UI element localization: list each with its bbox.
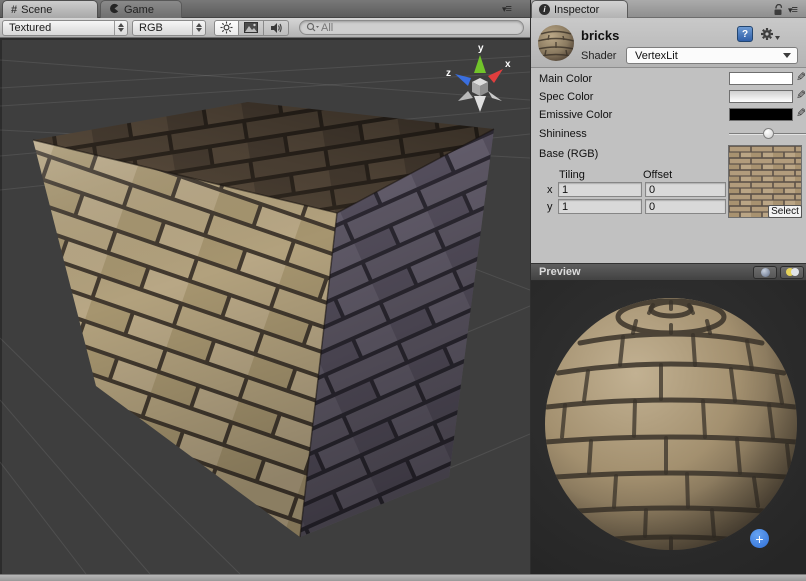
grid-icon: # — [11, 4, 17, 16]
chevron-down-icon — [783, 53, 791, 58]
gizmo-axis-minus-x[interactable] — [488, 91, 502, 101]
sphere-icon — [761, 268, 770, 277]
preview-shape-button[interactable] — [753, 266, 777, 279]
scene-viewport[interactable]: y x z — [0, 38, 530, 574]
tiling-y-input[interactable] — [558, 199, 642, 214]
main-color-eyedropper-icon[interactable]: ✎ — [796, 70, 806, 84]
gizmo-x-label: x — [505, 59, 511, 70]
gizmo-axis-y[interactable] — [474, 55, 486, 73]
emissive-color-label: Emissive Color — [539, 109, 612, 121]
window-resize-bar — [0, 574, 806, 581]
spec-color-swatch[interactable] — [729, 90, 793, 103]
unity-editor-window: # Scene Game ▾≡ Textured RGB — [0, 0, 806, 581]
gizmo-z-label: z — [446, 68, 451, 79]
info-icon: i — [539, 4, 550, 15]
light-dot-icon — [791, 268, 799, 276]
chevron-updown-icon — [114, 21, 127, 35]
tiling-x-input[interactable] — [558, 182, 642, 197]
gizmo-y-label: y — [478, 43, 484, 54]
shininess-slider-knob[interactable] — [763, 128, 774, 139]
gizmo-axis-minus-z[interactable] — [458, 91, 473, 101]
material-sphere-icon — [537, 24, 575, 62]
preview-lighting-button[interactable] — [780, 266, 804, 279]
base-texture-thumbnail[interactable]: Select — [728, 145, 802, 218]
offset-x-input[interactable] — [645, 182, 726, 197]
scene-tabbar: # Scene Game ▾≡ — [0, 0, 530, 18]
color-channel-dropdown[interactable]: RGB — [132, 20, 206, 36]
color-channel-value: RGB — [133, 22, 192, 34]
game-icon — [109, 3, 120, 17]
gear-icon[interactable] — [760, 27, 780, 42]
row-y-label: y — [547, 201, 553, 213]
chevron-updown-icon — [192, 21, 205, 35]
select-texture-button[interactable]: Select — [768, 205, 802, 218]
inspector-panel-menu-icon[interactable]: ▾≡ — [788, 4, 797, 16]
lighting-toggle-button[interactable] — [214, 20, 239, 36]
search-input[interactable] — [321, 22, 517, 34]
scene-panel: # Scene Game ▾≡ Textured RGB — [0, 0, 530, 574]
gizmo-axis-minus-y[interactable] — [474, 96, 486, 112]
shininess-label: Shininess — [539, 128, 587, 140]
scene-search-field[interactable] — [299, 20, 524, 35]
speaker-icon — [270, 22, 283, 34]
main-color-swatch[interactable] — [729, 72, 793, 85]
shader-value: VertexLit — [627, 50, 783, 62]
inspector-tabbar: i Inspector ▾≡ — [531, 0, 806, 18]
material-name: bricks — [581, 28, 619, 43]
preview-body[interactable]: + — [531, 281, 806, 574]
shader-label: Shader — [581, 50, 616, 62]
tab-game-label: Game — [124, 4, 154, 16]
brick-cube[interactable] — [33, 102, 494, 537]
shader-dropdown[interactable]: VertexLit — [626, 47, 798, 64]
skybox-toggle-button[interactable] — [239, 20, 264, 36]
scene-gizmo[interactable]: y x z — [446, 43, 511, 112]
tab-inspector[interactable]: i Inspector — [531, 0, 628, 18]
inspector-panel: i Inspector ▾≡ — [530, 0, 806, 574]
image-icon — [244, 22, 258, 33]
tab-scene-label: Scene — [21, 4, 52, 16]
offset-header: Offset — [643, 169, 672, 181]
add-button[interactable]: + — [750, 529, 769, 548]
scene-toolbar: Textured RGB — [0, 18, 530, 38]
row-x-label: x — [547, 184, 553, 196]
tab-scene[interactable]: # Scene — [2, 0, 98, 18]
preview-title: Preview — [531, 266, 753, 278]
search-icon — [306, 22, 319, 33]
render-mode-value: Textured — [3, 22, 114, 34]
offset-y-input[interactable] — [645, 199, 726, 214]
preview-header[interactable]: Preview — [531, 263, 806, 281]
audio-toggle-button[interactable] — [264, 20, 289, 36]
gizmo-axis-x[interactable] — [488, 69, 503, 83]
tab-inspector-label: Inspector — [554, 4, 599, 16]
spec-color-eyedropper-icon[interactable]: ✎ — [796, 88, 806, 102]
base-rgb-label: Base (RGB) — [539, 148, 598, 160]
scene-panel-menu-icon[interactable]: ▾≡ — [502, 3, 511, 15]
main-color-label: Main Color — [539, 73, 592, 85]
help-icon[interactable]: ? — [737, 26, 753, 42]
emissive-color-eyedropper-icon[interactable]: ✎ — [796, 106, 806, 120]
spec-color-label: Spec Color — [539, 91, 593, 103]
tab-game[interactable]: Game — [100, 0, 182, 18]
tiling-header: Tiling — [559, 169, 585, 181]
shininess-slider[interactable] — [729, 133, 806, 135]
sun-icon — [220, 21, 233, 34]
scene-3d-view: y x z — [0, 38, 530, 574]
render-mode-dropdown[interactable]: Textured — [2, 20, 128, 36]
emissive-color-swatch[interactable] — [729, 108, 793, 121]
material-header: bricks Shader VertexLit ? — [531, 18, 806, 68]
